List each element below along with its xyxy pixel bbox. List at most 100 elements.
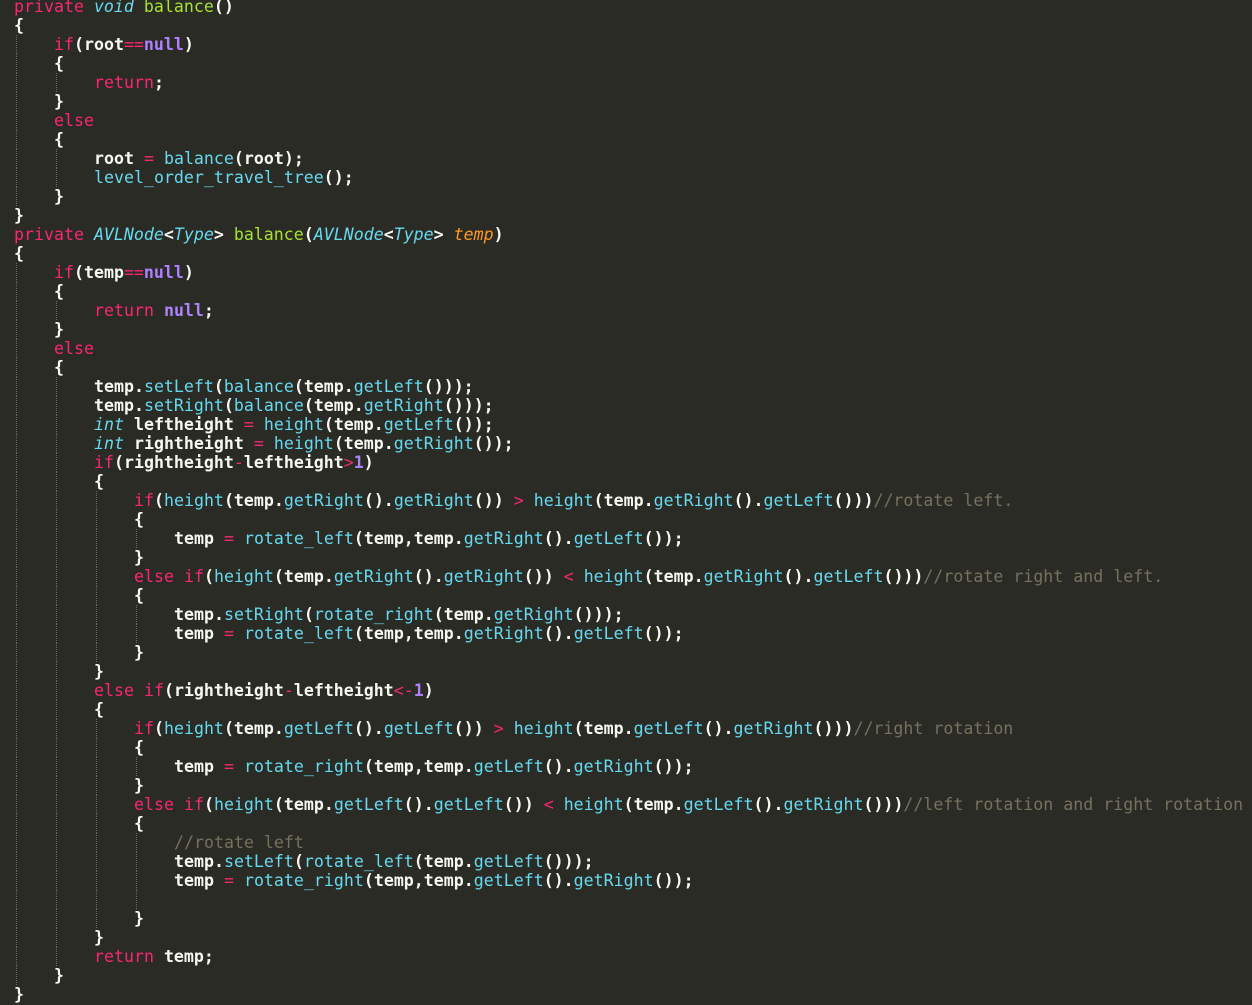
code-token: ( bbox=[203, 567, 214, 586]
indent-guide bbox=[16, 814, 17, 833]
code-token: height bbox=[513, 719, 574, 738]
code-token: else bbox=[134, 795, 174, 814]
code-line[interactable]: } bbox=[0, 966, 1252, 985]
code-token: return bbox=[94, 73, 154, 92]
code-line[interactable]: { bbox=[0, 586, 1252, 605]
code-line[interactable]: if(root==null) bbox=[0, 35, 1252, 54]
code-text: } bbox=[134, 643, 144, 662]
code-line[interactable] bbox=[0, 890, 1252, 909]
code-line[interactable]: } bbox=[0, 320, 1252, 339]
code-line[interactable]: return temp; bbox=[0, 947, 1252, 966]
indent-guide bbox=[56, 795, 57, 814]
code-line[interactable]: else if(height(temp.getLeft().getLeft())… bbox=[0, 795, 1252, 814]
indent-guide bbox=[16, 966, 17, 985]
code-line[interactable]: } bbox=[0, 776, 1252, 795]
code-line[interactable]: else bbox=[0, 339, 1252, 358]
code-line[interactable]: int rightheight = height(temp.getRight()… bbox=[0, 434, 1252, 453]
code-token: leftheight bbox=[123, 415, 244, 434]
code-token: ())); bbox=[443, 396, 494, 415]
indent-guide bbox=[96, 776, 97, 795]
code-line[interactable]: } bbox=[0, 662, 1252, 681]
code-line[interactable]: } bbox=[0, 909, 1252, 928]
indent-guide bbox=[56, 529, 57, 548]
code-token: int bbox=[94, 434, 124, 453]
code-token: () bbox=[213, 0, 234, 16]
code-line[interactable]: return null; bbox=[0, 301, 1252, 320]
code-line[interactable]: } bbox=[0, 643, 1252, 662]
code-token: temp bbox=[174, 871, 224, 890]
indent-guide bbox=[96, 795, 97, 814]
code-line[interactable]: } bbox=[0, 985, 1252, 1004]
code-line[interactable]: { bbox=[0, 510, 1252, 529]
code-token: getLeft bbox=[473, 757, 544, 776]
indent-guide bbox=[16, 472, 17, 491]
code-token: > bbox=[513, 491, 524, 510]
code-line[interactable]: private void balance() bbox=[0, 0, 1252, 16]
code-token: getRight bbox=[573, 871, 654, 890]
code-line[interactable]: temp.setRight(rotate_right(temp.getRight… bbox=[0, 605, 1252, 624]
code-text: { bbox=[94, 700, 104, 719]
indent-guide bbox=[16, 149, 17, 168]
code-token: rotate_right bbox=[243, 757, 364, 776]
code-line[interactable]: } bbox=[0, 548, 1252, 567]
code-token: balance bbox=[163, 149, 234, 168]
code-token: - bbox=[233, 453, 244, 472]
code-line[interactable]: temp.setLeft(balance(temp.getLeft())); bbox=[0, 377, 1252, 396]
code-line[interactable]: { bbox=[0, 16, 1252, 35]
code-token: //right rotation bbox=[853, 719, 1014, 738]
code-line[interactable]: } bbox=[0, 187, 1252, 206]
code-text: { bbox=[94, 472, 104, 491]
indent-guide bbox=[96, 719, 97, 738]
code-token: ())); bbox=[423, 377, 474, 396]
indent-guide bbox=[136, 624, 137, 643]
code-line[interactable]: else if(height(temp.getRight().getRight(… bbox=[0, 567, 1252, 586]
code-line[interactable]: temp.setLeft(rotate_left(temp.getLeft())… bbox=[0, 852, 1252, 871]
code-line[interactable]: //rotate left bbox=[0, 833, 1252, 852]
code-line[interactable]: } bbox=[0, 206, 1252, 225]
indent-guide bbox=[136, 529, 137, 548]
code-line[interactable]: { bbox=[0, 54, 1252, 73]
code-line[interactable]: return; bbox=[0, 73, 1252, 92]
code-line[interactable]: temp = rotate_right(temp,temp.getLeft().… bbox=[0, 871, 1252, 890]
code-line[interactable]: } bbox=[0, 92, 1252, 111]
code-line[interactable]: if(height(temp.getRight().getRight()) > … bbox=[0, 491, 1252, 510]
indent-guide bbox=[16, 54, 17, 73]
code-line[interactable]: { bbox=[0, 244, 1252, 263]
code-line[interactable]: level_order_travel_tree(); bbox=[0, 168, 1252, 187]
code-line[interactable]: temp = rotate_left(temp,temp.getRight().… bbox=[0, 624, 1252, 643]
code-token: ) bbox=[423, 681, 434, 700]
code-text: } bbox=[54, 966, 64, 985]
code-line[interactable]: { bbox=[0, 282, 1252, 301]
code-token: > bbox=[343, 453, 354, 472]
code-line[interactable]: private AVLNode<Type> balance(AVLNode<Ty… bbox=[0, 225, 1252, 244]
code-line[interactable]: else if(rightheight-leftheight<-1) bbox=[0, 681, 1252, 700]
code-line[interactable]: { bbox=[0, 700, 1252, 719]
code-line[interactable]: temp = rotate_right(temp,temp.getLeft().… bbox=[0, 757, 1252, 776]
code-line[interactable]: else bbox=[0, 111, 1252, 130]
code-text: temp = rotate_right(temp,temp.getLeft().… bbox=[174, 757, 694, 776]
code-line[interactable]: root = balance(root); bbox=[0, 149, 1252, 168]
code-text: private AVLNode<Type> balance(AVLNode<Ty… bbox=[14, 225, 504, 244]
indent-guide bbox=[56, 491, 57, 510]
code-text: if(height(temp.getRight().getRight()) > … bbox=[134, 491, 1013, 510]
code-line[interactable]: { bbox=[0, 738, 1252, 757]
code-editor[interactable]: private void balance(){if(root==null){re… bbox=[0, 0, 1252, 1005]
indent-guide bbox=[16, 795, 17, 814]
code-token: (temp. bbox=[433, 605, 494, 624]
code-line[interactable]: if(height(temp.getLeft().getLeft()) > he… bbox=[0, 719, 1252, 738]
code-line[interactable]: int leftheight = height(temp.getLeft()); bbox=[0, 415, 1252, 434]
code-line[interactable]: { bbox=[0, 130, 1252, 149]
code-line[interactable]: temp = rotate_left(temp,temp.getRight().… bbox=[0, 529, 1252, 548]
code-line[interactable]: if(temp==null) bbox=[0, 263, 1252, 282]
code-line[interactable]: { bbox=[0, 814, 1252, 833]
code-line[interactable]: } bbox=[0, 928, 1252, 947]
code-line[interactable]: { bbox=[0, 472, 1252, 491]
code-line[interactable]: if(rightheight-leftheight>1) bbox=[0, 453, 1252, 472]
code-token: ()) bbox=[453, 719, 494, 738]
code-line[interactable]: { bbox=[0, 358, 1252, 377]
code-line[interactable]: temp.setRight(balance(temp.getRight())); bbox=[0, 396, 1252, 415]
code-text: } bbox=[94, 662, 104, 681]
